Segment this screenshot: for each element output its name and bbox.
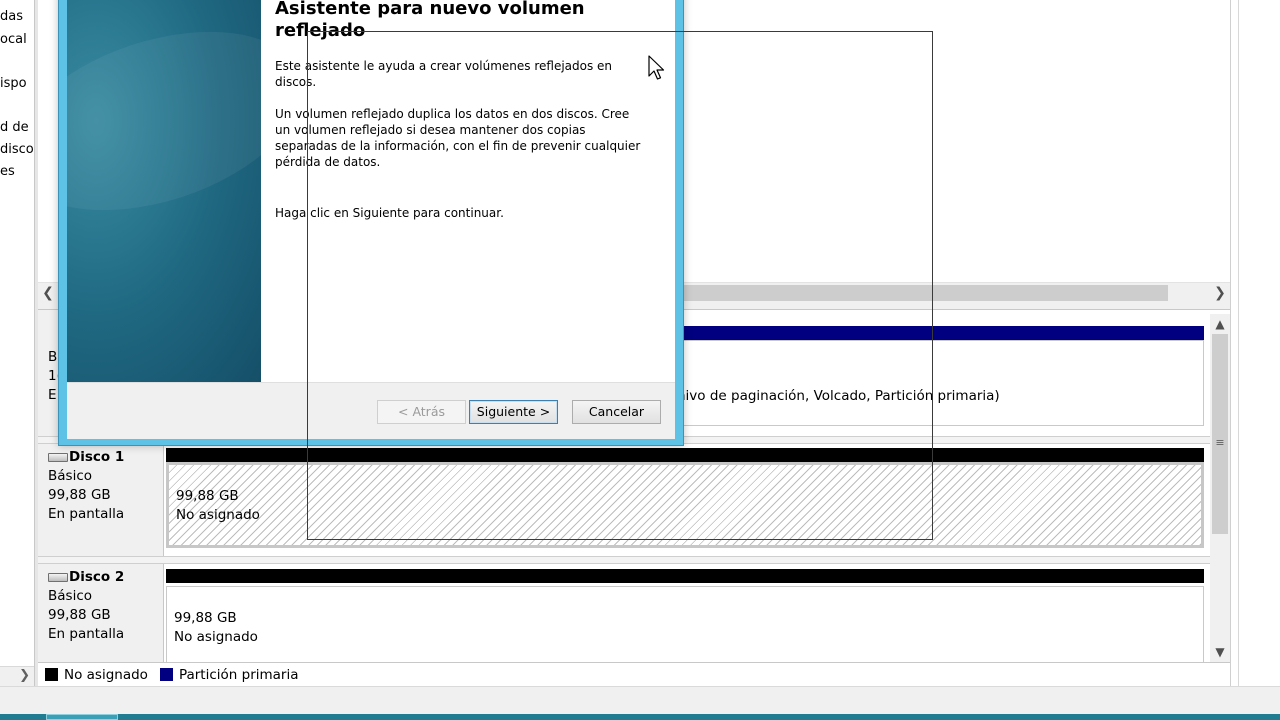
nav-item[interactable]: es <box>0 164 15 179</box>
taskbar <box>0 714 1280 720</box>
unallocated-bar <box>166 448 1204 462</box>
legend-bar: No asignado Partición primaria <box>38 662 1230 686</box>
disk-name: Disco 2 <box>69 569 125 585</box>
disk-status-label: En pantalla <box>48 626 125 642</box>
window-edge <box>1230 0 1238 686</box>
nav-horizontal-scrollbar[interactable]: ❯ <box>0 666 34 686</box>
wizard-title: Asistente para nuevo volumen reflejado <box>275 0 585 41</box>
mouse-cursor-icon <box>648 55 665 80</box>
background-area <box>1238 0 1280 686</box>
wizard-intro-text: Este asistente le ayuda a crear volúmene… <box>275 59 613 89</box>
banner-decoration <box>67 0 261 244</box>
grip-icon: ≡ <box>1215 436 1225 449</box>
new-mirrored-volume-wizard[interactable]: Asistente para nuevo volumen reflejado E… <box>58 0 684 446</box>
legend-label: No asignado <box>64 666 148 683</box>
nav-item[interactable]: das <box>0 9 23 24</box>
next-button[interactable]: Siguiente > <box>469 400 558 424</box>
navigation-tree[interactable]: das ocal ispo d de disco es <box>0 0 34 666</box>
hard-disk-icon <box>48 573 68 582</box>
scroll-left-icon[interactable]: ❮ <box>38 283 58 303</box>
legend-label: Partición primaria <box>178 666 299 683</box>
partition-status-label: No asignado <box>176 507 260 523</box>
wizard-side-banner <box>67 0 261 382</box>
disk-type-label: Básico <box>48 588 93 604</box>
cancel-button[interactable]: Cancelar <box>572 400 661 424</box>
scroll-down-icon[interactable]: ▼ <box>1210 642 1230 662</box>
partition-status-label: No asignado <box>174 629 258 645</box>
partition-size-label: 99,88 GB <box>176 488 239 504</box>
scroll-right-icon[interactable]: ❯ <box>1210 283 1230 303</box>
wizard-client-area: Asistente para nuevo volumen reflejado E… <box>67 0 675 439</box>
disk1-unallocated-partition[interactable]: 99,88 GB No asignado <box>166 462 1204 548</box>
back-button[interactable]: < Atrás <box>377 400 466 424</box>
legend-item-primary: Partición primaria <box>159 666 299 683</box>
disk-size-label: 99,88 GB <box>48 487 111 503</box>
nav-item[interactable]: ispo <box>0 76 27 91</box>
legend-item-unallocated: No asignado <box>45 667 148 683</box>
disk-row-1[interactable]: Disco 1 Básico 99,88 GB En pantalla 99,8… <box>38 444 1210 556</box>
disk-info-1[interactable]: Disco 1 Básico 99,88 GB En pantalla <box>38 444 164 556</box>
partition-size-label: 99,88 GB <box>174 610 237 626</box>
scrollbar-thumb[interactable]: ≡ <box>1212 334 1228 534</box>
wizard-continue-text: Haga clic en Siguiente para continuar. <box>275 206 504 220</box>
taskbar-button[interactable] <box>46 714 118 720</box>
wizard-description-text: Un volumen reflejado duplica los datos e… <box>275 107 641 169</box>
disk-row-2[interactable]: Disco 2 Básico 99,88 GB En pantalla 99,8… <box>38 564 1210 662</box>
disk-info-2[interactable]: Disco 2 Básico 99,88 GB En pantalla <box>38 564 164 662</box>
nav-item[interactable]: d de <box>0 120 29 135</box>
row-separator <box>38 556 1210 564</box>
disk-pane-vertical-scrollbar[interactable]: ▲ ≡ ▼ <box>1210 314 1230 662</box>
disk-name: Disco 1 <box>69 449 125 465</box>
partition-description: hivo de paginación, Volcado, Partición p… <box>677 388 1000 404</box>
disk-status-label: En pantalla <box>48 506 125 522</box>
nav-item[interactable]: disco <box>0 142 34 157</box>
nav-item[interactable]: ocal <box>0 32 27 47</box>
unallocated-bar <box>166 569 1204 583</box>
disk-size-label: 99,88 GB <box>48 607 111 623</box>
scroll-up-icon[interactable]: ▲ <box>1210 314 1230 334</box>
legend-swatch <box>159 668 173 681</box>
legend-swatch <box>45 668 58 681</box>
scroll-right-icon[interactable]: ❯ <box>19 668 30 683</box>
disk2-unallocated-partition[interactable]: 99,88 GB No asignado <box>166 586 1204 662</box>
disk-type-label: Básico <box>48 468 93 484</box>
hard-disk-icon <box>48 453 68 462</box>
wizard-content: Asistente para nuevo volumen reflejado E… <box>261 0 675 382</box>
